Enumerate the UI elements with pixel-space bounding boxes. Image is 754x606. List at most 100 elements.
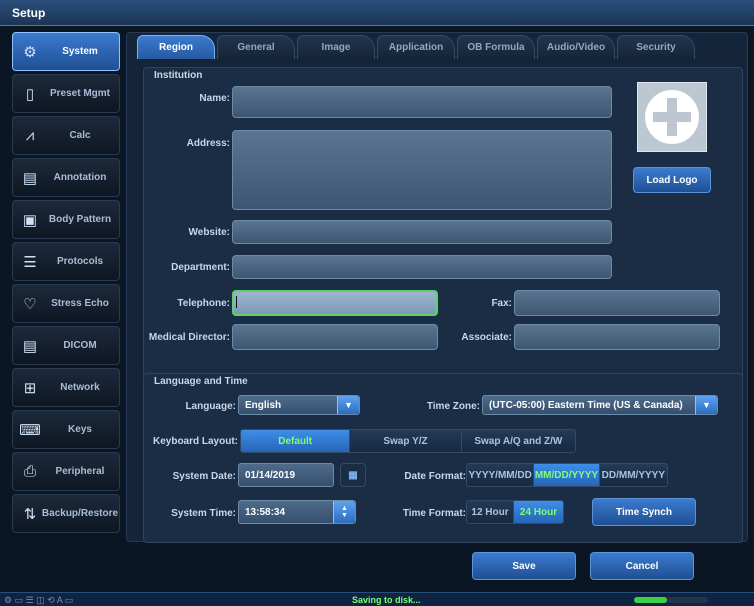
department-label: Department: [171, 262, 230, 273]
system-date-field[interactable]: 01/14/2019 [238, 463, 334, 487]
date-format-ymd[interactable]: YYYY/MM/DD [467, 464, 535, 486]
time-zone-label: Time Zone: [426, 401, 480, 412]
sidebar-item-label: Stress Echo [51, 298, 109, 309]
sidebar-item-label: Backup/Restore [41, 508, 119, 519]
date-format-label: Date Format: [404, 471, 466, 482]
load-logo-button[interactable]: Load Logo [633, 167, 711, 193]
status-bar: ⚙ ▭ ☰ ◫ ⟲ A ▭ Saving to disk... [0, 592, 754, 606]
medical-director-label: Medical Director: [148, 332, 230, 343]
language-time-group: Language and Time Language: English ▼ Ti… [143, 373, 743, 543]
tab-bar: Region General Image Application OB Form… [137, 35, 697, 59]
sidebar-item-label: Peripheral [55, 466, 105, 477]
sidebar-item-network[interactable]: ⊞ Network [12, 368, 120, 407]
sidebar-item-preset-mgmt[interactable]: ▯ Preset Mgmt [12, 74, 120, 113]
sidebar-item-label: Body Pattern [48, 214, 112, 225]
sidebar-item-dicom[interactable]: ▤ DICOM [12, 326, 120, 365]
associate-field[interactable] [514, 324, 720, 350]
text-caret [236, 296, 237, 308]
sidebar-item-protocols[interactable]: ☰ Protocols [12, 242, 120, 281]
time-synch-button[interactable]: Time Synch [592, 498, 696, 526]
language-time-title: Language and Time [154, 376, 248, 387]
address-label: Address: [186, 138, 230, 149]
tab-audio-video[interactable]: Audio/Video [537, 35, 615, 59]
keyboard-layout-selector: Default Swap Y/Z Swap A/Q and Z/W [240, 429, 576, 453]
tab-image[interactable]: Image [297, 35, 375, 59]
time-format-12h[interactable]: 12 Hour [467, 501, 515, 523]
body-pattern-icon: ▣ [22, 211, 38, 229]
telephone-field[interactable] [232, 290, 438, 316]
date-format-dmy[interactable]: DD/MM/YYYY [599, 464, 667, 486]
annotation-icon: ▤ [22, 169, 38, 187]
backup-icon: ⇅ [23, 505, 37, 523]
tab-region[interactable]: Region [137, 35, 215, 59]
time-format-selector: 12 Hour 24 Hour [466, 500, 564, 524]
main-panel: Region General Image Application OB Form… [126, 32, 748, 543]
chevron-down-icon: ▼ [695, 396, 717, 414]
sidebar-item-annotation[interactable]: ▤ Annotation [12, 158, 120, 197]
associate-label: Associate: [461, 332, 512, 343]
institution-title: Institution [154, 70, 203, 81]
tray-icons: ⚙ ▭ ☰ ◫ ⟲ A ▭ [4, 595, 74, 605]
network-icon: ⊞ [23, 379, 37, 397]
telephone-label: Telephone: [177, 298, 230, 309]
tab-application[interactable]: Application [377, 35, 455, 59]
sidebar-item-stress-echo[interactable]: ♡ Stress Echo [12, 284, 120, 323]
website-field[interactable] [232, 220, 612, 244]
calc-icon: ⩘ [25, 127, 35, 144]
time-zone-value: (UTC-05:00) Eastern Time (US & Canada) [489, 400, 683, 411]
keyboard-option-default[interactable]: Default [241, 430, 351, 452]
name-field[interactable] [232, 86, 612, 118]
title-bar: Setup [0, 0, 754, 26]
sidebar-item-label: Keys [68, 424, 92, 435]
sidebar: ⚙ System ▯ Preset Mgmt ⩘ Calc ▤ Annotati… [12, 32, 120, 536]
sidebar-item-body-pattern[interactable]: ▣ Body Pattern [12, 200, 120, 239]
add-logo-icon [645, 90, 699, 144]
sidebar-item-label: DICOM [63, 340, 97, 351]
spinner-icon[interactable]: ▲ ▼ [333, 501, 355, 523]
keyboard-option-swap-aq-zw[interactable]: Swap A/Q and Z/W [461, 430, 575, 452]
save-button[interactable]: Save [472, 552, 576, 580]
keyboard-option-swap-yz[interactable]: Swap Y/Z [350, 430, 462, 452]
keys-icon: ⌨ [19, 421, 41, 439]
sidebar-item-peripheral[interactable]: ⎙ Peripheral [12, 452, 120, 491]
sidebar-item-label: Calc [69, 130, 91, 141]
fax-label: Fax: [491, 298, 512, 309]
progress-bar-fill [634, 597, 668, 603]
sidebar-item-system[interactable]: ⚙ System [12, 32, 120, 71]
address-field[interactable] [232, 130, 612, 210]
date-format-mdy[interactable]: MM/DD/YYYY [534, 464, 600, 486]
tab-general[interactable]: General [217, 35, 295, 59]
system-date-label: System Date: [172, 471, 236, 482]
time-format-24h[interactable]: 24 Hour [514, 501, 563, 523]
system-time-field[interactable]: 13:58:34 ▲ ▼ [238, 500, 356, 524]
chevron-down-icon: ▼ [337, 396, 359, 414]
cancel-button[interactable]: Cancel [590, 552, 694, 580]
gear-icon: ⚙ [23, 43, 37, 61]
status-text: Saving to disk... [352, 595, 421, 605]
sidebar-item-label: Preset Mgmt [49, 88, 110, 99]
date-format-selector: YYYY/MM/DD MM/DD/YYYY DD/MM/YYYY [466, 463, 668, 487]
language-select[interactable]: English ▼ [238, 395, 360, 415]
preset-icon: ▯ [25, 85, 35, 103]
keyboard-layout-label: Keyboard Layout: [152, 436, 238, 447]
language-value: English [245, 400, 282, 411]
time-format-label: Time Format: [402, 508, 466, 519]
window-title: Setup [12, 6, 46, 20]
system-time-value: 13:58:34 [245, 507, 286, 518]
time-zone-select[interactable]: (UTC-05:00) Eastern Time (US & Canada) ▼ [482, 395, 718, 415]
medical-director-field[interactable] [232, 324, 438, 350]
sidebar-item-calc[interactable]: ⩘ Calc [12, 116, 120, 155]
heart-icon: ♡ [23, 295, 37, 313]
sidebar-item-label: Annotation [53, 172, 107, 183]
calendar-icon[interactable]: ▦ [340, 463, 366, 487]
tab-ob-formula[interactable]: OB Formula [457, 35, 535, 59]
dicom-icon: ▤ [22, 337, 38, 355]
language-label: Language: [185, 401, 236, 412]
sidebar-item-backup-restore[interactable]: ⇅ Backup/Restore [12, 494, 120, 533]
peripheral-icon: ⎙ [23, 463, 36, 480]
tab-security[interactable]: Security [617, 35, 695, 59]
department-field[interactable] [232, 255, 612, 279]
fax-field[interactable] [514, 290, 720, 316]
sidebar-item-keys[interactable]: ⌨ Keys [12, 410, 120, 449]
system-time-label: System Time: [171, 508, 236, 519]
